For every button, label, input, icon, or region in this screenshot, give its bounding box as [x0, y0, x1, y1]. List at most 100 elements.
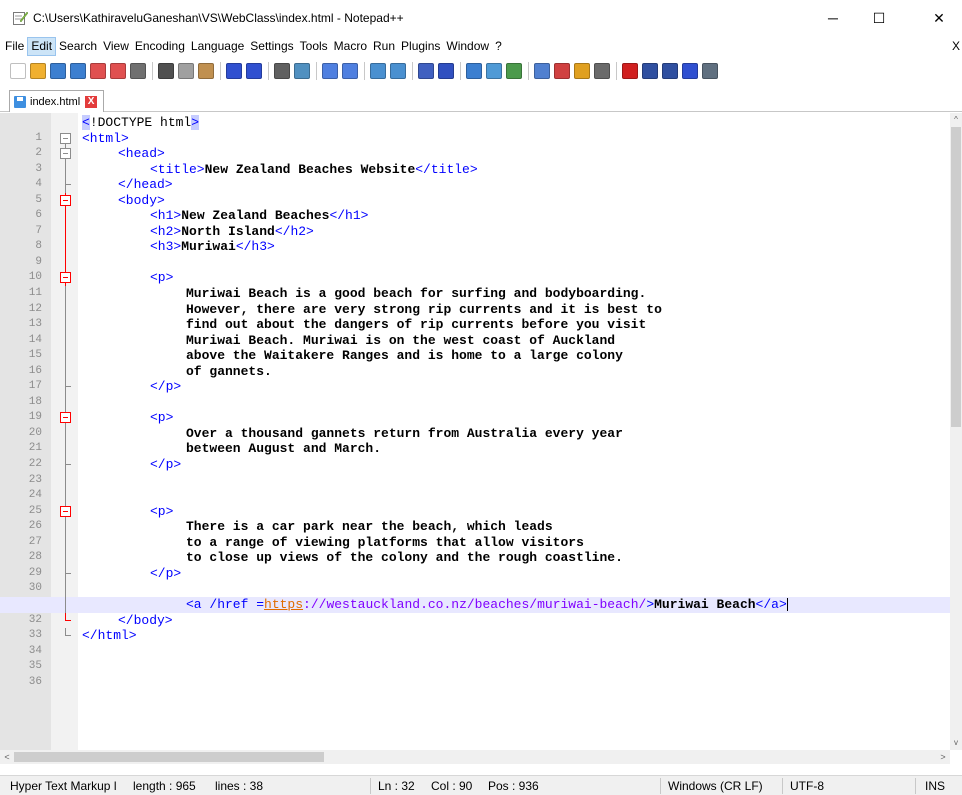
stop-macro-icon[interactable] — [642, 63, 658, 79]
toolbar-separator — [220, 62, 221, 80]
menu-search[interactable]: Search — [56, 37, 100, 56]
fold-toggle-icon[interactable] — [60, 146, 74, 162]
menu-plugins[interactable]: Plugins — [398, 37, 443, 56]
indent-guide-icon[interactable] — [466, 63, 482, 79]
code-line: 7 <h1>New Zealand Beaches</h1> — [0, 208, 950, 237]
code-text: Muriwai Beach is a good beach for surfin… — [186, 286, 647, 302]
scroll-left-arrow-icon[interactable]: < — [0, 750, 14, 764]
undo-icon[interactable] — [226, 63, 242, 79]
toolbar-separator — [152, 62, 153, 80]
horizontal-scroll-thumb[interactable] — [14, 752, 324, 762]
tab-index-html[interactable]: index.html X — [9, 90, 105, 112]
copy-icon[interactable] — [178, 63, 194, 79]
close-icon[interactable] — [90, 63, 106, 79]
monitor-icon[interactable] — [574, 63, 590, 79]
code-line: 31 — [0, 581, 950, 610]
code-line: 19 — [0, 394, 950, 423]
code-line: 28 to a range of viewing platforms that … — [0, 534, 950, 563]
close-window-button[interactable]: ✕ — [916, 0, 962, 36]
vertical-scroll-thumb[interactable] — [951, 127, 961, 427]
notepadpp-app-icon — [13, 11, 28, 25]
code-line: 18 </p> — [0, 379, 950, 408]
menu-macro[interactable]: Macro — [331, 37, 370, 56]
code-text: between August and March. — [186, 441, 382, 457]
code-text: <p> — [150, 410, 174, 426]
code-line: 24 — [0, 472, 950, 501]
code-line: 16 above the Waitakere Ranges and is hom… — [0, 348, 950, 377]
sync-horizontal-icon[interactable] — [390, 63, 406, 79]
scroll-up-arrow-icon[interactable]: ^ — [950, 113, 962, 127]
code-line: 8 <h2>North Island</h2> — [0, 223, 950, 252]
cut-icon[interactable] — [158, 63, 174, 79]
menu-encoding[interactable]: Encoding — [132, 37, 188, 56]
menu-help[interactable]: ? — [492, 37, 505, 56]
zoom-out-icon[interactable] — [342, 63, 358, 79]
toolbar-separator — [616, 62, 617, 80]
toolbar-separator — [412, 62, 413, 80]
find-icon[interactable] — [274, 63, 290, 79]
function-list-icon[interactable] — [534, 63, 550, 79]
close-doc-menu-button[interactable]: X — [952, 36, 960, 56]
code-line: 9 <h3>Muriwai</h3> — [0, 239, 950, 268]
doc-map-icon[interactable] — [506, 63, 522, 79]
save-icon[interactable] — [50, 63, 66, 79]
status-column: Col : 90 — [431, 779, 473, 793]
status-line-number: Ln : 32 — [378, 779, 415, 793]
code-text: </p> — [150, 565, 182, 581]
play-macro-icon[interactable] — [662, 63, 678, 79]
minimize-button[interactable]: ─ — [810, 0, 856, 36]
code-text: <!DOCTYPE html> — [82, 115, 200, 130]
user-lang-icon[interactable] — [486, 63, 502, 79]
status-eol[interactable]: Windows (CR LF) — [668, 779, 763, 793]
code-text: </head> — [118, 177, 173, 193]
code-text: Muriwai Beach. Muriwai is on the west co… — [186, 332, 616, 348]
toolbar-separator — [364, 62, 365, 80]
menu-edit[interactable]: Edit — [27, 36, 57, 56]
new-file-icon[interactable] — [10, 63, 26, 79]
menu-view[interactable]: View — [100, 37, 132, 56]
maximize-button[interactable]: ☐ — [856, 0, 902, 36]
zoom-in-icon[interactable] — [322, 63, 338, 79]
close-all-icon[interactable] — [110, 63, 126, 79]
status-insert-mode[interactable]: INS — [925, 779, 945, 793]
menu-settings[interactable]: Settings — [247, 37, 296, 56]
paste-icon[interactable] — [198, 63, 214, 79]
toolbar-separator — [460, 62, 461, 80]
code-editor[interactable]: 1 <!DOCTYPE html> 2 <html> 3 <head> 4 <t… — [0, 113, 962, 750]
horizontal-scrollbar[interactable]: < > — [0, 750, 950, 764]
code-line: 29 to close up views of the colony and t… — [0, 550, 950, 579]
sync-vertical-icon[interactable] — [370, 63, 386, 79]
menu-language[interactable]: Language — [188, 37, 247, 56]
scroll-down-arrow-icon[interactable]: v — [950, 736, 962, 750]
eye-icon[interactable] — [594, 63, 610, 79]
status-bar: Hyper Text Markup l length : 965 lines :… — [0, 775, 962, 795]
menu-tools[interactable]: Tools — [297, 37, 331, 56]
run-macro-multiple-icon[interactable] — [682, 63, 698, 79]
status-encoding[interactable]: UTF-8 — [790, 779, 824, 793]
code-text: find out about the dangers of rip curren… — [186, 317, 647, 333]
menu-run[interactable]: Run — [370, 37, 398, 56]
print-icon[interactable] — [130, 63, 146, 79]
save-all-icon[interactable] — [70, 63, 86, 79]
open-file-icon[interactable] — [30, 63, 46, 79]
code-line: 22 between August and March. — [0, 441, 950, 470]
menu-file[interactable]: File — [2, 37, 27, 56]
tab-close-icon[interactable]: X — [85, 95, 98, 108]
scroll-right-arrow-icon[interactable]: > — [936, 750, 950, 764]
code-text: above the Waitakere Ranges and is home t… — [186, 348, 623, 364]
fold-toggle-icon[interactable] — [60, 270, 74, 287]
word-wrap-icon[interactable] — [418, 63, 434, 79]
fold-toggle-icon[interactable] — [60, 410, 74, 426]
fold-toggle-icon[interactable] — [60, 192, 74, 209]
fold-toggle-icon[interactable] — [60, 503, 74, 520]
saved-file-icon — [14, 95, 26, 108]
show-all-chars-icon[interactable] — [438, 63, 454, 79]
redo-icon[interactable] — [246, 63, 262, 79]
menu-window[interactable]: Window — [443, 37, 492, 56]
folder-workspace-icon[interactable] — [554, 63, 570, 79]
save-macro-icon[interactable] — [702, 63, 718, 79]
replace-icon[interactable] — [294, 63, 310, 79]
vertical-scrollbar[interactable]: ^ v — [950, 113, 962, 750]
fold-toggle-icon[interactable] — [60, 131, 74, 147]
record-macro-icon[interactable] — [622, 63, 638, 79]
